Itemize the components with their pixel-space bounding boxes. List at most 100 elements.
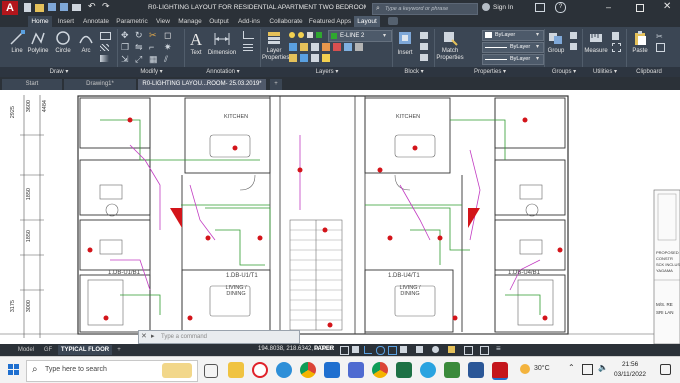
- close-icon[interactable]: ✕: [663, 1, 671, 12]
- copy-clip-icon[interactable]: [656, 43, 665, 52]
- layer-thaw-icon[interactable]: [322, 54, 330, 62]
- rotate-icon[interactable]: ↻: [135, 30, 143, 41]
- create-block-icon[interactable]: [420, 32, 428, 39]
- autocad-taskbar-icon[interactable]: [492, 362, 508, 380]
- clock-time[interactable]: 21:56: [622, 361, 638, 368]
- tray-chevron-icon[interactable]: ⌃: [568, 363, 575, 372]
- leader-icon[interactable]: [243, 31, 254, 39]
- group-edit-icon[interactable]: [570, 43, 577, 50]
- annotation-scale-icon[interactable]: [416, 346, 423, 353]
- layer-walk-icon[interactable]: [289, 54, 297, 62]
- tab-view[interactable]: View: [152, 16, 174, 27]
- open-folder-icon[interactable]: [35, 4, 44, 12]
- ribbon-minimize-icon[interactable]: [388, 17, 398, 25]
- excel-icon[interactable]: [396, 362, 412, 378]
- mirror-icon[interactable]: ⇋: [135, 42, 143, 53]
- file-tab-start[interactable]: Start: [2, 79, 62, 90]
- command-line[interactable]: ✕ ▸ Type a command: [138, 330, 300, 344]
- panel-block[interactable]: Block ▾: [393, 67, 435, 77]
- maximize-icon[interactable]: [636, 4, 644, 12]
- task-view-icon[interactable]: [204, 364, 218, 378]
- snap-icon[interactable]: [352, 346, 359, 353]
- layer-dropdown[interactable]: E-LINE 2 ▾: [328, 30, 392, 42]
- lineweight-toggle-icon[interactable]: [400, 346, 407, 353]
- save-icon[interactable]: [48, 3, 56, 11]
- tab-layout[interactable]: Layout: [354, 16, 380, 27]
- mail-icon[interactable]: [324, 362, 340, 378]
- make-current-icon[interactable]: [289, 43, 297, 51]
- redo-icon[interactable]: ↷: [102, 1, 110, 12]
- group-button[interactable]: Group: [545, 30, 567, 54]
- gradient-icon[interactable]: [100, 55, 109, 62]
- color-dropdown[interactable]: ByLayer ▾: [482, 30, 544, 41]
- command-input[interactable]: Type a command: [161, 331, 207, 343]
- tab-insert[interactable]: Insert: [54, 16, 78, 27]
- paste-button[interactable]: Paste: [628, 30, 652, 54]
- tab-annotate[interactable]: Annotate: [80, 16, 112, 27]
- layer-freeze-icon[interactable]: [298, 32, 304, 38]
- panel-modify[interactable]: Modify ▾: [118, 67, 185, 77]
- tab-parametric[interactable]: Parametric: [114, 16, 150, 27]
- tab-typical-floor[interactable]: TYPICAL FLOOR: [58, 345, 112, 355]
- offset-icon[interactable]: ⫽: [164, 54, 168, 65]
- table-icon[interactable]: [243, 43, 253, 51]
- layer-properties-button[interactable]: Layer Properties: [262, 30, 289, 62]
- undo-icon[interactable]: ↶: [88, 1, 96, 12]
- panel-groups[interactable]: Groups ▾: [545, 67, 583, 77]
- new-file-icon[interactable]: [24, 3, 31, 12]
- hatch-icon[interactable]: [100, 44, 109, 51]
- layer-merge-icon[interactable]: [300, 54, 308, 62]
- trim-icon[interactable]: ✂: [149, 30, 157, 41]
- volume-icon[interactable]: 🔈: [598, 363, 608, 372]
- panel-utilities[interactable]: Utilities ▾: [583, 67, 627, 77]
- close-icon[interactable]: ✕: [141, 331, 147, 343]
- file-tab-drawing1[interactable]: Drawing1*: [64, 79, 136, 90]
- clock-date[interactable]: 03/11/2022: [614, 371, 646, 378]
- customization-icon[interactable]: ≡: [496, 344, 501, 353]
- linetype-dropdown[interactable]: ByLayer ▾: [482, 54, 544, 65]
- start-button[interactable]: [8, 364, 20, 376]
- user-icon[interactable]: [482, 3, 490, 11]
- new-tab-button[interactable]: +: [270, 79, 282, 90]
- tab-manage[interactable]: Manage: [176, 16, 204, 27]
- insert-block-button[interactable]: Insert: [394, 30, 416, 56]
- layer-lock-all-icon[interactable]: [355, 43, 363, 51]
- minimize-icon[interactable]: –: [606, 2, 611, 12]
- tab-output[interactable]: Output: [206, 16, 232, 27]
- grid-icon[interactable]: [340, 346, 349, 355]
- tab-model[interactable]: Model: [14, 345, 38, 355]
- attribute-icon[interactable]: [420, 54, 428, 61]
- network-icon[interactable]: [582, 364, 593, 375]
- taskbar-search[interactable]: ⌕ Type here to search: [26, 360, 198, 382]
- rectangle-icon[interactable]: [100, 32, 111, 40]
- fillet-icon[interactable]: ⌐: [149, 42, 154, 52]
- clean-screen-icon[interactable]: [480, 346, 489, 355]
- workspace-icon[interactable]: [432, 346, 439, 353]
- isolate-icon[interactable]: [448, 346, 455, 353]
- layer-previous-icon[interactable]: [311, 43, 319, 51]
- array-icon[interactable]: ▦: [149, 54, 158, 65]
- opera-icon[interactable]: [252, 362, 268, 378]
- taskbar-search-input[interactable]: Type here to search: [45, 366, 107, 373]
- tab-collaborate[interactable]: Collaborate: [266, 16, 306, 27]
- match-layer-icon[interactable]: [300, 43, 308, 51]
- scale-icon[interactable]: ⤢: [135, 54, 142, 65]
- ungroup-icon[interactable]: [570, 32, 577, 39]
- saveas-icon[interactable]: [60, 3, 68, 11]
- sign-in-link[interactable]: Sign In: [493, 4, 513, 11]
- osnap-icon[interactable]: [388, 346, 397, 355]
- chrome-alt-icon[interactable]: [372, 362, 388, 378]
- line-button[interactable]: Line: [6, 30, 28, 54]
- cart-icon[interactable]: [535, 3, 545, 12]
- tab-gf[interactable]: GF: [40, 345, 56, 355]
- explorer-icon[interactable]: [228, 362, 244, 378]
- panel-annotation[interactable]: Annotation ▾: [185, 67, 261, 77]
- help-icon[interactable]: ?: [555, 2, 566, 13]
- polyline-button[interactable]: Polyline: [26, 30, 50, 54]
- copy-icon[interactable]: ❐: [121, 42, 129, 53]
- layer-lock-icon[interactable]: [307, 32, 313, 38]
- arc-button[interactable]: Arc: [76, 30, 96, 54]
- file-tab-current[interactable]: R0-LIGHTING LAYOU...ROOM- 25.03.2019*: [138, 79, 266, 90]
- layer-off-icon[interactable]: [333, 43, 341, 51]
- space-toggle[interactable]: PAPER: [314, 346, 334, 352]
